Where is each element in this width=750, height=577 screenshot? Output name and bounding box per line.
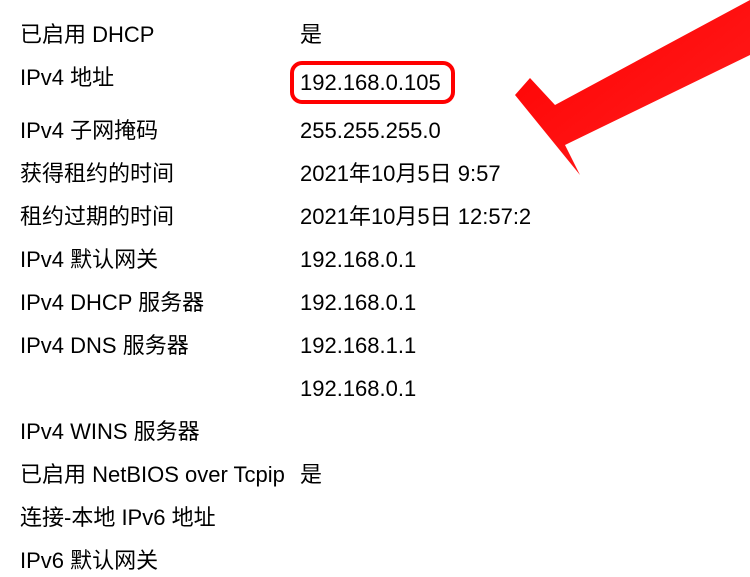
- detail-row: 已启用 DHCP 是: [20, 18, 730, 51]
- label-dhcp-enabled: 已启用 DHCP: [20, 18, 300, 51]
- label-ipv6-gateway: IPv6 默认网关: [20, 544, 300, 577]
- value-dhcp-enabled: 是: [300, 18, 730, 51]
- label-ipv4-gateway: IPv4 默认网关: [20, 243, 300, 276]
- detail-row: 192.168.0.1: [20, 372, 730, 405]
- value-lease-obtained: 2021年10月5日 9:57: [300, 157, 730, 190]
- value-ipv6-gateway: [300, 544, 730, 577]
- value-ipv4-dhcp-server: 192.168.0.1: [300, 286, 730, 319]
- detail-row: IPv4 DNS 服务器 192.168.1.1: [20, 329, 730, 362]
- value-local-ipv6: [300, 501, 730, 534]
- label-lease-expires: 租约过期的时间: [20, 200, 300, 233]
- detail-row: IPv4 子网掩码 255.255.255.0: [20, 114, 730, 147]
- label-local-ipv6: 连接-本地 IPv6 地址: [20, 501, 300, 534]
- value-ipv4-dns-2: 192.168.0.1: [300, 372, 730, 405]
- label-netbios: 已启用 NetBIOS over Tcpip: [20, 458, 300, 491]
- value-ipv4-dns: 192.168.1.1: [300, 329, 730, 362]
- value-netbios: 是: [300, 458, 730, 491]
- network-details-panel: 已启用 DHCP 是 IPv4 地址 192.168.0.105 IPv4 子网…: [0, 0, 750, 577]
- value-ipv4-subnet: 255.255.255.0: [300, 114, 730, 147]
- label-ipv4-subnet: IPv4 子网掩码: [20, 114, 300, 147]
- value-ipv4-wins: [300, 415, 730, 448]
- label-ipv4-dns: IPv4 DNS 服务器: [20, 329, 300, 362]
- detail-row: IPv4 默认网关 192.168.0.1: [20, 243, 730, 276]
- label-ipv4-dns-2: [20, 372, 300, 405]
- label-ipv4-address: IPv4 地址: [20, 61, 300, 104]
- detail-row: IPv4 WINS 服务器: [20, 415, 730, 448]
- value-lease-expires: 2021年10月5日 12:57:2: [300, 200, 730, 233]
- detail-row: 租约过期的时间 2021年10月5日 12:57:2: [20, 200, 730, 233]
- detail-row: 连接-本地 IPv6 地址: [20, 501, 730, 534]
- highlight-box: 192.168.0.105: [290, 61, 455, 104]
- detail-row: IPv4 地址 192.168.0.105: [20, 61, 730, 104]
- label-ipv4-wins: IPv4 WINS 服务器: [20, 415, 300, 448]
- detail-row: 获得租约的时间 2021年10月5日 9:57: [20, 157, 730, 190]
- label-ipv4-dhcp-server: IPv4 DHCP 服务器: [20, 286, 300, 319]
- detail-row: IPv4 DHCP 服务器 192.168.0.1: [20, 286, 730, 319]
- detail-row: IPv6 默认网关: [20, 544, 730, 577]
- detail-row: 已启用 NetBIOS over Tcpip 是: [20, 458, 730, 491]
- label-lease-obtained: 获得租约的时间: [20, 157, 300, 190]
- value-ipv4-address: 192.168.0.105: [300, 61, 730, 104]
- value-ipv4-gateway: 192.168.0.1: [300, 243, 730, 276]
